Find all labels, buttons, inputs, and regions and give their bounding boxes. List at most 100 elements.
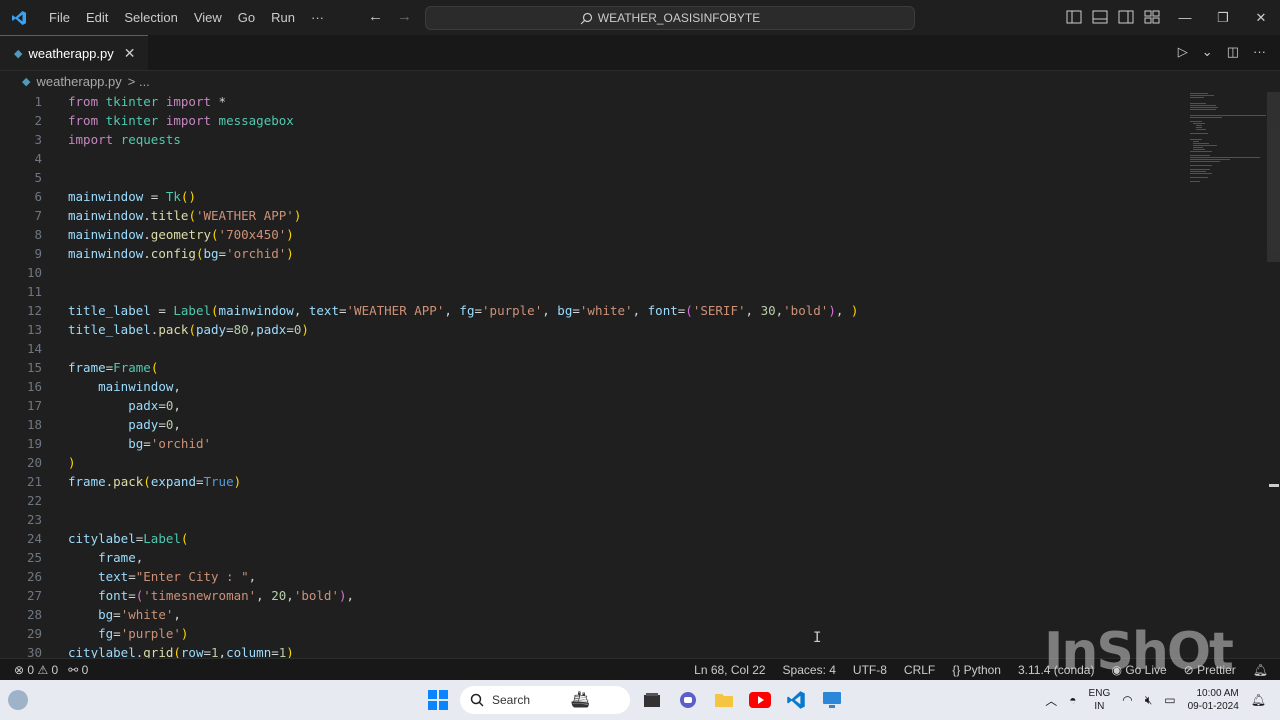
toggle-primary-sidebar-icon[interactable] <box>1066 10 1082 24</box>
code-line[interactable]: 25 frame, <box>0 548 1180 567</box>
code-line[interactable]: 13 title_label.pack(pady=80,padx=0) <box>0 320 1180 339</box>
code-line[interactable]: 19 bg='orchid' <box>0 434 1180 453</box>
clock[interactable]: 10:00 AM 09-01-2024 <box>1188 687 1239 713</box>
search-highlight-icon: 🚢︎ <box>570 692 591 709</box>
code-line[interactable]: 10 <box>0 263 1180 282</box>
scrollbar-thumb[interactable] <box>1267 92 1280 262</box>
menu-run[interactable]: Run <box>263 0 303 35</box>
code-line[interactable]: 16 mainwindow, <box>0 377 1180 396</box>
file-explorer-dark-icon[interactable] <box>638 686 666 714</box>
code-line[interactable]: 7 mainwindow.title('WEATHER APP') <box>0 206 1180 225</box>
code-line[interactable]: 1 from tkinter import * <box>0 92 1180 111</box>
code-line[interactable]: 5 <box>0 168 1180 187</box>
indentation[interactable]: Spaces: 4 <box>783 659 836 681</box>
code-token: pack <box>113 474 144 489</box>
code-line[interactable]: 20) <box>0 453 1180 472</box>
split-editor-icon[interactable]: ◫ <box>1227 44 1239 60</box>
breadcrumb-more[interactable]: > ... <box>128 74 150 89</box>
windows-start-icon[interactable] <box>424 686 452 714</box>
vertical-scrollbar[interactable] <box>1267 92 1280 658</box>
toggle-panel-icon[interactable] <box>1092 10 1108 24</box>
code-line[interactable]: 8 mainwindow.geometry('700x450') <box>0 225 1180 244</box>
code-line[interactable]: 29 fg='purple') <box>0 624 1180 643</box>
code-line[interactable]: 23 <box>0 510 1180 529</box>
code-line[interactable]: 18 pady=0, <box>0 415 1180 434</box>
code-line[interactable]: 12 title_label = Label(mainwindow, text='… <box>0 301 1180 320</box>
run-icon[interactable]: ▷ <box>1178 44 1188 60</box>
wifi-icon[interactable]: ◠ <box>1122 693 1132 707</box>
taskbar-search[interactable]: Search 🚢︎ <box>460 686 630 714</box>
code-line[interactable]: 9 mainwindow.config(bg='orchid') <box>0 244 1180 263</box>
code-line[interactable]: 21 frame.pack(expand=True) <box>0 472 1180 491</box>
code-token: column <box>226 645 272 658</box>
line-number: 17 <box>26 398 42 413</box>
remote-desktop-icon[interactable] <box>818 686 846 714</box>
code-line[interactable]: 28 bg='white', <box>0 605 1180 624</box>
more-actions-icon[interactable]: ··· <box>1253 44 1266 60</box>
code-token: expand <box>150 474 196 489</box>
code-line[interactable]: 26 text="Enter City : ", <box>0 567 1180 586</box>
folder-icon[interactable] <box>710 686 738 714</box>
code-line[interactable]: 4 <box>0 149 1180 168</box>
youtube-icon[interactable] <box>746 686 774 714</box>
restore-icon[interactable]: ❐ <box>1204 0 1242 35</box>
code-line[interactable]: 24 citylabel=Label( <box>0 529 1180 548</box>
toggle-secondary-sidebar-icon[interactable] <box>1118 10 1134 24</box>
chevron-down-icon[interactable]: ⌄ <box>1202 44 1213 60</box>
code-token: bg <box>128 436 144 451</box>
code-line[interactable]: 2 from tkinter import messagebox <box>0 111 1180 130</box>
code-line[interactable]: 15 frame=Frame( <box>0 358 1180 377</box>
code-line[interactable]: 3 import requests <box>0 130 1180 149</box>
code-token: text <box>308 303 339 318</box>
minimize-icon[interactable]: — <box>1166 0 1204 35</box>
code-line[interactable]: 30 citylabel.grid(row=1,column=1) <box>0 643 1180 658</box>
error-icon: ⊗ <box>14 663 25 677</box>
breadcrumb-file[interactable]: weatherapp.py <box>36 74 121 89</box>
forward-arrow-icon[interactable]: → <box>397 8 412 25</box>
code-line[interactable]: 11 <box>0 282 1180 301</box>
code-line[interactable]: 14 <box>0 339 1180 358</box>
vscode-logo-icon[interactable] <box>11 10 27 26</box>
widgets-icon[interactable] <box>8 690 28 710</box>
customize-layout-icon[interactable] <box>1144 10 1160 24</box>
menu-view[interactable]: View <box>186 0 230 35</box>
line-endings[interactable]: CRLF <box>904 659 935 681</box>
chevron-up-icon[interactable]: ︿ <box>1045 692 1057 709</box>
menu-more[interactable]: ··· <box>303 0 332 35</box>
menu-file[interactable]: File <box>41 0 78 35</box>
back-arrow-icon[interactable]: ← <box>368 8 383 25</box>
code-line[interactable]: 17 padx=0, <box>0 396 1180 415</box>
code-line[interactable]: 22 <box>0 491 1180 510</box>
command-center-search[interactable]: WEATHER_OASISINFOBYTE <box>425 6 915 30</box>
code-line[interactable]: 27 font=('timesnewroman', 20,'bold'), <box>0 586 1180 605</box>
close-window-icon[interactable]: ✕ <box>1242 0 1280 35</box>
file-encoding[interactable]: UTF-8 <box>853 659 887 681</box>
code-token: ( <box>211 303 219 318</box>
menu-go[interactable]: Go <box>230 0 263 35</box>
notification-center-icon[interactable]: 🔔︎ <box>1251 693 1266 707</box>
menu-selection[interactable]: Selection <box>116 0 185 35</box>
battery-icon[interactable]: ▭ <box>1164 693 1175 707</box>
code-token: pady <box>128 417 159 432</box>
code-line[interactable]: 6 mainwindow = Tk() <box>0 187 1180 206</box>
vscode-taskbar-icon[interactable] <box>782 686 810 714</box>
code-text: mainwindow.geometry('700x450') <box>68 225 294 244</box>
cursor-position[interactable]: Ln 68, Col 22 <box>694 659 765 681</box>
speaker-muted-icon[interactable]: 🔇︎ <box>1145 693 1153 708</box>
menu-edit[interactable]: Edit <box>78 0 116 35</box>
chat-icon[interactable] <box>674 686 702 714</box>
close-tab-icon[interactable]: ✕ <box>124 45 136 62</box>
vpn-icon[interactable]: ◓ <box>1069 693 1076 707</box>
notifications-bell-icon[interactable]: 🔔︎ <box>1253 659 1268 681</box>
language-mode[interactable]: {} Python <box>952 659 1001 681</box>
code-editor[interactable]: 1 from tkinter import * 2 from tkinter impo… <box>0 92 1180 658</box>
language-label: Python <box>963 663 1001 677</box>
minimap[interactable] <box>1186 92 1266 192</box>
line-number: 19 <box>26 436 42 451</box>
tab-weatherapp[interactable]: ◆ weatherapp.py ✕ <box>0 35 148 70</box>
problems-indicator[interactable]: ⊗ 0 ⚠ 0 <box>14 659 58 681</box>
language-indicator[interactable]: ENG IN <box>1089 687 1111 713</box>
code-token: , <box>218 645 227 658</box>
ports-indicator[interactable]: ⚯ 0 <box>68 659 88 681</box>
code-token: from <box>68 113 106 128</box>
